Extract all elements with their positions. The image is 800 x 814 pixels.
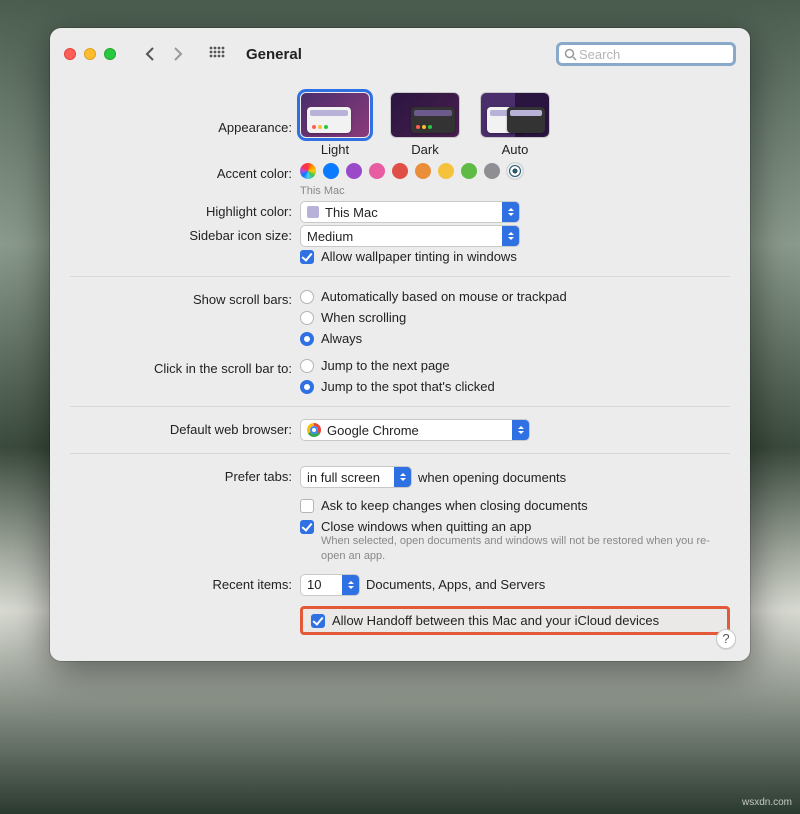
default-browser-label: Default web browser:: [70, 419, 300, 437]
chevron-updown-icon: [502, 226, 519, 246]
nav-buttons: [138, 42, 190, 66]
scroll-auto-radio[interactable]: Automatically based on mouse or trackpad: [300, 289, 730, 304]
accent-swatch-6[interactable]: [438, 163, 454, 179]
accent-swatch-1[interactable]: [323, 163, 339, 179]
prefer-tabs-label: Prefer tabs:: [70, 466, 300, 484]
minimize-icon[interactable]: [84, 48, 96, 60]
highlight-color-popup[interactable]: This Mac: [300, 201, 520, 223]
accent-swatch-0[interactable]: [300, 163, 316, 179]
recent-items-suffix: Documents, Apps, and Servers: [366, 577, 545, 592]
jump-spot-radio[interactable]: Jump to the spot that's clicked: [300, 379, 730, 394]
accent-swatch-8[interactable]: [484, 163, 500, 179]
prefer-tabs-suffix: when opening documents: [418, 470, 566, 485]
accent-swatch-7[interactable]: [461, 163, 477, 179]
question-icon: ?: [722, 631, 729, 646]
close-windows-checkbox[interactable]: Close windows when quitting an app When …: [300, 519, 730, 564]
appearance-option-auto[interactable]: Auto: [480, 92, 550, 157]
sidebar-size-label: Sidebar icon size:: [70, 225, 300, 243]
handoff-highlight: Allow Handoff between this Mac and your …: [300, 606, 730, 635]
handoff-checkbox[interactable]: Allow Handoff between this Mac and your …: [311, 613, 719, 628]
toolbar: General: [50, 28, 750, 80]
chrome-icon: [307, 423, 321, 437]
window-title: General: [246, 46, 302, 63]
help-button[interactable]: ?: [716, 629, 736, 649]
wallpaper-tinting-checkbox[interactable]: Allow wallpaper tinting in windows: [300, 249, 730, 264]
accent-swatch-9[interactable]: [507, 163, 523, 179]
show-all-button[interactable]: [206, 43, 228, 65]
chevron-updown-icon: [394, 467, 411, 487]
scroll-bars-label: Show scroll bars:: [70, 289, 300, 307]
recent-items-label: Recent items:: [70, 574, 300, 592]
scroll-when-radio[interactable]: When scrolling: [300, 310, 730, 325]
accent-swatch-4[interactable]: [392, 163, 408, 179]
window-controls: [64, 48, 116, 60]
back-button[interactable]: [138, 42, 162, 66]
search-input[interactable]: [577, 46, 750, 63]
ask-keep-changes-checkbox[interactable]: Ask to keep changes when closing documen…: [300, 498, 730, 513]
default-browser-popup[interactable]: Google Chrome: [300, 419, 530, 441]
forward-button[interactable]: [166, 42, 190, 66]
preferences-window: General Appearance: Light: [50, 28, 750, 661]
sidebar-size-popup[interactable]: Medium: [300, 225, 520, 247]
accent-hint: This Mac: [300, 185, 730, 197]
accent-swatch-3[interactable]: [369, 163, 385, 179]
scroll-always-radio[interactable]: Always: [300, 331, 730, 346]
prefer-tabs-popup[interactable]: in full screen: [300, 466, 412, 488]
appearance-option-dark[interactable]: Dark: [390, 92, 460, 157]
search-icon: [564, 48, 577, 61]
highlight-label: Highlight color:: [70, 201, 300, 219]
accent-swatches: [300, 163, 730, 179]
chevron-updown-icon: [342, 575, 359, 595]
search-field[interactable]: [556, 42, 736, 66]
scroll-click-label: Click in the scroll bar to:: [70, 358, 300, 376]
jump-next-radio[interactable]: Jump to the next page: [300, 358, 730, 373]
accent-swatch-5[interactable]: [415, 163, 431, 179]
accent-swatch-2[interactable]: [346, 163, 362, 179]
appearance-label: Appearance:: [70, 92, 300, 135]
accent-label: Accent color:: [70, 163, 300, 181]
recent-items-popup[interactable]: 10: [300, 574, 360, 596]
watermark: wsxdn.com: [742, 797, 792, 808]
chevron-updown-icon: [512, 420, 529, 440]
highlight-swatch-icon: [307, 206, 319, 218]
close-icon[interactable]: [64, 48, 76, 60]
zoom-icon[interactable]: [104, 48, 116, 60]
chevron-updown-icon: [502, 202, 519, 222]
appearance-option-light[interactable]: Light: [300, 92, 370, 157]
close-windows-note: When selected, open documents and window…: [321, 534, 730, 564]
